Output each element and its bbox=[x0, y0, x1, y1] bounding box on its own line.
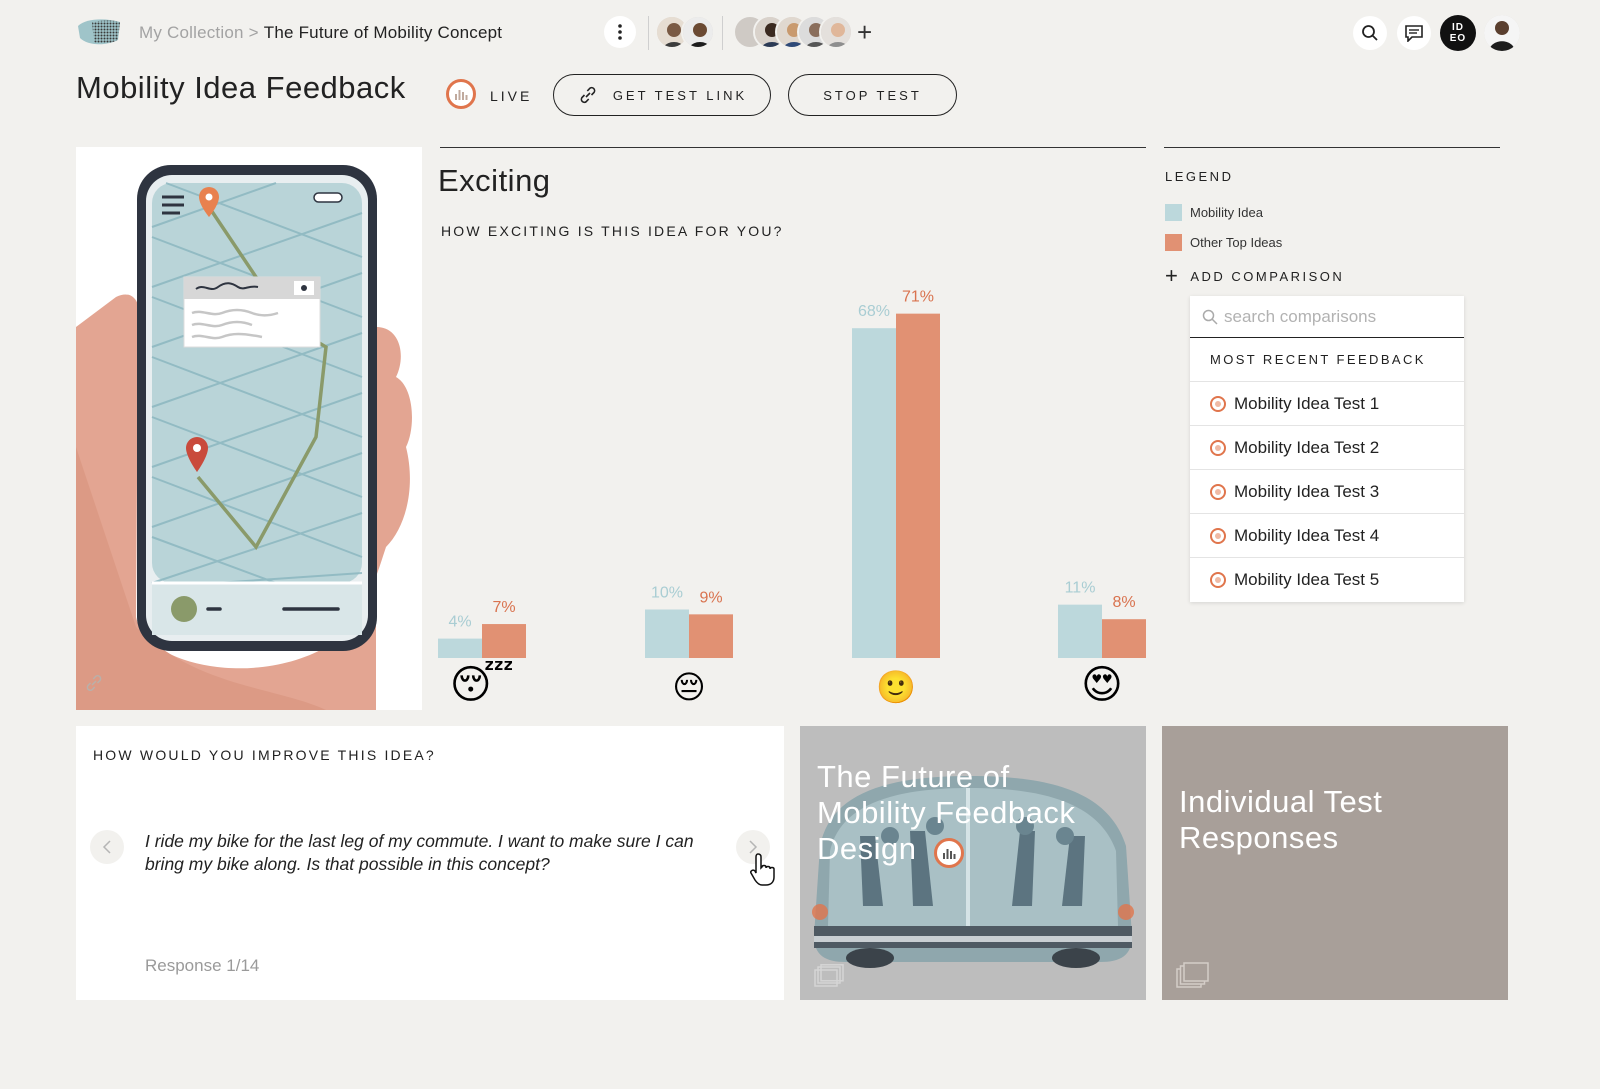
bar-other-top-ideas-disappointed bbox=[689, 614, 733, 658]
individual-responses-tile[interactable]: Individual Test Responses bbox=[1162, 726, 1508, 1000]
exciting-bar-chart: 4% 7% 😴 10% 9% 😔 68% 71% 🙂 11% 8% 😍 bbox=[438, 289, 1146, 707]
legend-title: LEGEND bbox=[1165, 169, 1234, 184]
collection-stack-icon bbox=[1176, 962, 1209, 988]
bar-mobility-idea-sleepy bbox=[438, 638, 482, 658]
comparison-dropdown: MOST RECENT FEEDBACK Mobility Idea Test … bbox=[1190, 296, 1464, 602]
breadcrumb: My Collection > The Future of Mobility Con… bbox=[139, 23, 502, 43]
heart-eyes-emoji-icon: 😍 bbox=[1081, 663, 1123, 707]
comparison-option-label: Mobility Idea Test 1 bbox=[1234, 393, 1380, 413]
test-icon bbox=[1210, 572, 1226, 588]
design-feedback-tile[interactable]: The Future of Mobility Feedback Design bbox=[800, 726, 1146, 1000]
add-collaborator-button[interactable]: + bbox=[857, 18, 872, 46]
comparison-option-label: Mobility Idea Test 3 bbox=[1234, 481, 1380, 501]
legend-label: Mobility Idea bbox=[1190, 205, 1263, 220]
get-test-link-button[interactable]: GET TEST LINK bbox=[553, 74, 771, 116]
improve-idea-card: HOW WOULD YOU IMPROVE THIS IDEA? I ride … bbox=[76, 726, 784, 1000]
bar-value-label: 71% bbox=[902, 289, 934, 306]
search-button[interactable] bbox=[1353, 16, 1387, 50]
concept-image bbox=[76, 147, 422, 710]
bar-mobility-idea-disappointed bbox=[645, 609, 689, 658]
brand-logo[interactable] bbox=[76, 16, 122, 46]
response-text: I ride my bike for the last leg of my co… bbox=[145, 831, 694, 874]
plus-icon: + bbox=[1165, 263, 1181, 288]
comparison-option[interactable]: Mobility Idea Test 4 bbox=[1190, 514, 1464, 558]
chart-divider bbox=[440, 147, 1146, 148]
slightly-smiling-emoji-icon: 🙂 bbox=[876, 669, 916, 705]
chart-question: HOW EXCITING IS THIS IDEA FOR YOU? bbox=[441, 223, 784, 239]
breadcrumb-separator: > bbox=[248, 23, 259, 42]
live-status-label: LIVE bbox=[490, 88, 533, 104]
org-badge-line2: EO bbox=[1449, 33, 1467, 44]
bar-value-label: 9% bbox=[699, 589, 722, 606]
page-title: Mobility Idea Feedback bbox=[76, 70, 406, 105]
comparison-option-label: Mobility Idea Test 5 bbox=[1234, 570, 1380, 589]
org-badge-line1: ID bbox=[1451, 22, 1464, 33]
bar-other-top-ideas-heart-eyes bbox=[1102, 619, 1146, 658]
legend-item-mobility-idea: Mobility Idea bbox=[1165, 204, 1263, 221]
chevron-left-icon bbox=[102, 840, 111, 854]
breadcrumb-collection-link[interactable]: My Collection bbox=[139, 23, 244, 42]
test-icon bbox=[1210, 527, 1226, 544]
comparison-option-label: Mobility Idea Test 2 bbox=[1234, 437, 1380, 457]
improve-question: HOW WOULD YOU IMPROVE THIS IDEA? bbox=[93, 747, 436, 763]
legend-item-other-top-ideas: Other Top Ideas bbox=[1165, 234, 1282, 251]
more-options-button[interactable] bbox=[604, 16, 636, 48]
comparison-option-label: Mobility Idea Test 4 bbox=[1234, 525, 1380, 545]
search-icon bbox=[1362, 25, 1378, 41]
bar-value-label: 8% bbox=[1112, 594, 1135, 611]
live-status-icon bbox=[446, 79, 476, 109]
bar-value-label: 68% bbox=[858, 303, 890, 320]
add-comparison-button[interactable]: + ADD COMPARISON bbox=[1165, 263, 1345, 288]
avatar[interactable] bbox=[681, 15, 715, 49]
legend-divider bbox=[1164, 147, 1500, 148]
bar-mobility-idea-heart-eyes bbox=[1058, 604, 1102, 658]
stop-test-button[interactable]: STOP TEST bbox=[788, 74, 957, 116]
hand-cursor-icon bbox=[750, 853, 775, 886]
search-comparisons-input[interactable] bbox=[1224, 306, 1444, 327]
responses-tile-title: Individual Test Responses bbox=[1179, 784, 1383, 855]
breadcrumb-current: The Future of Mobility Concept bbox=[263, 23, 503, 42]
bar-value-label: 11% bbox=[1065, 580, 1096, 597]
comparison-option[interactable]: Mobility Idea Test 3 bbox=[1190, 470, 1464, 514]
comments-button[interactable] bbox=[1397, 16, 1431, 50]
legend-label: Other Top Ideas bbox=[1190, 235, 1283, 250]
legend-swatch bbox=[1165, 234, 1182, 251]
chart-title: Exciting bbox=[438, 163, 551, 198]
legend-swatch bbox=[1165, 204, 1182, 221]
header-divider bbox=[722, 16, 723, 50]
bar-other-top-ideas-slightly-smiling bbox=[896, 313, 940, 658]
response-counter: Response 1/14 bbox=[145, 956, 260, 975]
bar-mobility-idea-slightly-smiling bbox=[852, 328, 896, 658]
design-tile-title: The Future of Mobility Feedback Design bbox=[817, 759, 1076, 866]
chat-icon bbox=[1405, 25, 1423, 42]
bar-value-label: 7% bbox=[492, 599, 515, 616]
disappointed-emoji-icon: 😔 bbox=[672, 669, 705, 705]
test-icon bbox=[1210, 483, 1226, 500]
live-test-icon bbox=[934, 838, 964, 868]
collection-stack-icon bbox=[814, 964, 844, 987]
previous-response-button[interactable] bbox=[90, 830, 124, 864]
add-comparison-label: ADD COMPARISON bbox=[1190, 268, 1345, 284]
user-avatar[interactable] bbox=[1484, 15, 1520, 51]
bar-other-top-ideas-sleepy bbox=[482, 624, 526, 658]
avatar[interactable] bbox=[819, 15, 853, 49]
comparison-option[interactable]: Mobility Idea Test 2 bbox=[1190, 426, 1464, 470]
search-icon bbox=[1202, 309, 1218, 325]
stop-test-label: STOP TEST bbox=[823, 87, 922, 103]
comparison-option[interactable]: Mobility Idea Test 1 bbox=[1190, 382, 1464, 426]
get-test-link-label: GET TEST LINK bbox=[612, 87, 748, 103]
kebab-icon bbox=[618, 24, 622, 40]
comparison-search bbox=[1190, 296, 1464, 338]
header-divider bbox=[648, 16, 649, 50]
test-icon bbox=[1210, 395, 1226, 412]
most-recent-feedback-heading: MOST RECENT FEEDBACK bbox=[1190, 338, 1464, 382]
bar-value-label: 10% bbox=[651, 585, 683, 602]
test-icon bbox=[1210, 439, 1226, 456]
bar-value-label: 4% bbox=[448, 614, 471, 631]
link-icon bbox=[580, 86, 596, 104]
sleepy-emoji-icon: 😴 bbox=[450, 660, 514, 707]
comparison-option[interactable]: Mobility Idea Test 5 bbox=[1190, 558, 1464, 602]
organization-badge[interactable]: ID EO bbox=[1440, 15, 1476, 51]
